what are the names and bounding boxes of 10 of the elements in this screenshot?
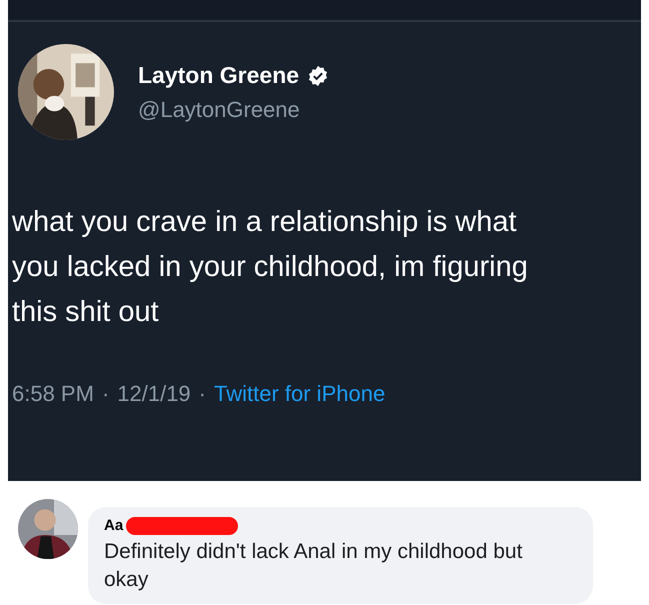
separator-dot: · (102, 380, 110, 408)
author-handle[interactable]: @LaytonGreene (138, 92, 330, 126)
author-name[interactable]: Layton Greene (138, 58, 300, 93)
comment-text: Definitely didn't lack Anal in my childhood but okay (104, 538, 524, 592)
tweet-time: 6:58 PM (12, 380, 94, 408)
tweet-source-link[interactable]: Twitter for iPhone (214, 377, 386, 410)
separator-dot: · (198, 380, 206, 408)
commenter-name[interactable]: Aa (104, 515, 124, 538)
tweet-date: 12/1/19 (117, 380, 191, 408)
tweet-text: what you crave in a relationship is what you lacked in your childhood, im figuring this shit out (11, 205, 529, 330)
